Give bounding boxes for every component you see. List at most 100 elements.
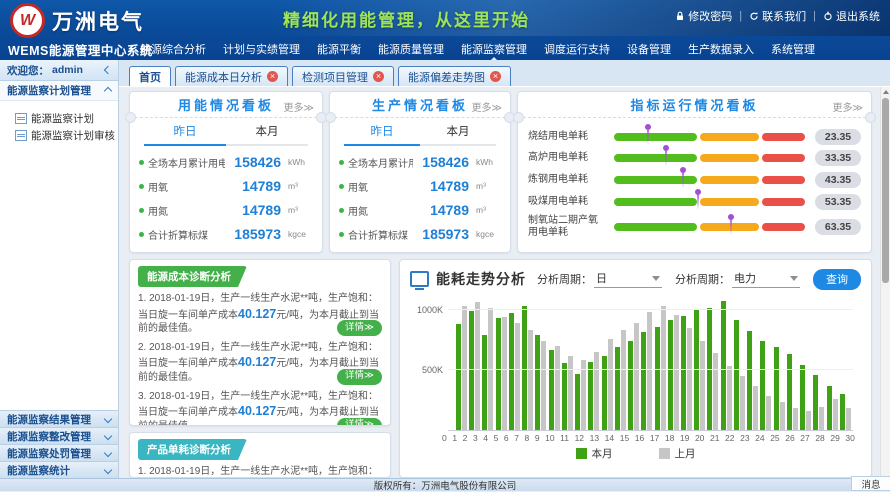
tab-1[interactable]: 首页 [129,66,171,86]
vertical-scrollbar[interactable] [880,87,890,478]
sidebar-item[interactable]: 能源监察计划 [15,110,118,127]
more-link[interactable]: 更多≫ [833,99,863,114]
bar-group [694,310,705,430]
metric-row: 合计折算标煤185973kgce [139,226,313,242]
close-icon[interactable]: × [373,71,384,82]
metric-label: 用氧 [348,179,413,194]
period-select[interactable]: 日 [594,270,662,288]
bar-上月 [766,396,771,430]
highlight-value: 40.127 [238,404,276,418]
diagnosis-item: 1. 2018-01-19日，生产一线生产水泥**吨，生产饱和：当日旋一车间单产… [138,465,382,478]
scroll-up-arrow-icon[interactable] [881,87,890,97]
bar-本月 [456,324,461,430]
change-password-link[interactable]: 修改密码 [675,8,732,24]
x-axis-tick: 18 [665,433,674,443]
detail-button[interactable]: 详情≫ [337,369,382,385]
content: 欢迎您： admin 能源监察计划管理 能源监察计划能源监察计划审核 能源监察结… [0,60,890,478]
chevron-down-icon [104,466,112,474]
bar-group [774,347,785,430]
indicator-value-badge: 23.35 [815,129,861,145]
bar-segment-red [762,176,805,184]
bar-上月 [806,411,811,430]
username: admin [52,64,83,76]
sidebar-item-label: 能源监察计划审核 [31,128,115,143]
scrollbar-thumb[interactable] [882,98,889,283]
sidebar-item[interactable]: 能源监察计划审核 [15,127,118,144]
close-icon[interactable]: × [490,71,501,82]
bullet-icon [339,160,344,165]
sidebar-section[interactable]: 能源监察整改管理 [0,427,118,444]
bar-上月 [833,399,838,430]
metric-value: 14789 [229,178,281,194]
energy-type-filter: 分析周期： 电力 [675,270,800,288]
welcome-bar: 欢迎您： admin [0,60,118,81]
card-unit-diagnosis: 产品单耗诊断分析 1. 2018-01-19日，生产一线生产水泥**吨，生产饱和… [129,432,391,478]
collapse-sidebar-icon[interactable] [104,66,112,74]
bar-本月 [800,365,805,430]
nav-item-7[interactable]: 设备管理 [625,41,673,57]
nav-item-3[interactable]: 能源平衡 [315,41,363,57]
bar-segment-green [614,133,697,141]
more-link[interactable]: 更多≫ [472,99,502,114]
detail-button[interactable]: 详情≫ [337,418,382,426]
tab-3[interactable]: 检测项目管理 × [292,66,394,86]
contact-icon [749,11,759,21]
nav-item-6[interactable]: 调度运行支持 [542,41,612,57]
legend-item[interactable]: 本月 [576,446,613,461]
x-axis-tick: 28 [815,433,824,443]
message-button[interactable]: 消息 [851,476,890,491]
bar-上月 [568,356,573,430]
notch [865,112,876,123]
nav-item-4[interactable]: 能源质量管理 [376,41,446,57]
bar-本月 [628,341,633,430]
tab-4[interactable]: 能源偏差走势图× [398,66,511,86]
nav-item-9[interactable]: 系统管理 [769,41,817,57]
bar-group [721,301,732,430]
diagnosis-item: 2. 2018-01-19日，生产一线生产水泥**吨，生产饱和：当日旋一车间单产… [138,341,382,385]
legend-item[interactable]: 上月 [659,446,696,461]
detail-button[interactable]: 详情≫ [337,320,382,336]
board-tabs: 昨日 本月 [344,121,496,146]
nav-item-5[interactable]: 能源监察管理 [459,41,529,57]
trend-header: 能耗走势分析 分析周期： 日 分析周期 [410,266,861,292]
contact-us-link[interactable]: 联系我们 [749,8,806,24]
nav-item-1[interactable]: 能源综合分析 [138,41,208,57]
indicator-value-badge: 53.35 [815,194,861,210]
bar-本月 [482,335,487,430]
tab-yesterday[interactable]: 昨日 [144,121,226,146]
sidebar-section-plan-management[interactable]: 能源监察计划管理 [0,81,118,101]
bar-segment-orange [700,198,759,206]
sidebar-section[interactable]: 能源监察统计 [0,461,118,478]
tab-this-month[interactable]: 本月 [420,121,496,146]
bar-group [813,375,824,430]
more-link[interactable]: 更多≫ [284,99,314,114]
bar-group [522,306,533,430]
bar-group [615,330,626,430]
tab-yesterday[interactable]: 昨日 [344,121,420,146]
sidebar-section[interactable]: 能源监察结果管理 [0,410,118,427]
nav-item-8[interactable]: 生产数据录入 [686,41,756,57]
chevron-up-icon [104,86,112,94]
tab-2[interactable]: 能源成本日分析× [175,66,288,86]
tab-label: 检测项目管理 [302,69,368,85]
sidebar-section-label: 能源监察整改管理 [7,429,91,444]
query-button[interactable]: 查询 [813,269,861,290]
metric-row: 用氧14789m³ [139,178,313,194]
form-icon [15,130,27,141]
card-energy-trend: 能耗走势分析 分析周期： 日 分析周期 [399,259,872,478]
metric-unit: kWh [476,157,501,167]
sidebar-section[interactable]: 能源监察处罚管理 [0,444,118,461]
tab-this-month[interactable]: 本月 [226,121,308,146]
logout-link[interactable]: 退出系统 [823,8,880,24]
metric-unit: m³ [288,205,313,215]
sidebar: 欢迎您： admin 能源监察计划管理 能源监察计划能源监察计划审核 能源监察结… [0,60,119,478]
nav-item-2[interactable]: 计划与实绩管理 [221,41,302,57]
energy-type-select[interactable]: 电力 [732,270,800,288]
chart-bars [456,298,851,430]
metric-value: 14789 [417,202,469,218]
close-icon[interactable]: × [267,71,278,82]
bar-上月 [674,315,679,430]
bar-本月 [588,362,593,430]
x-axis-tick: 12 [575,433,584,443]
main-area: 首页能源成本日分析×检测项目管理×能源偏差走势图× 用能情况看板 更多≫ 昨日 … [119,60,890,478]
